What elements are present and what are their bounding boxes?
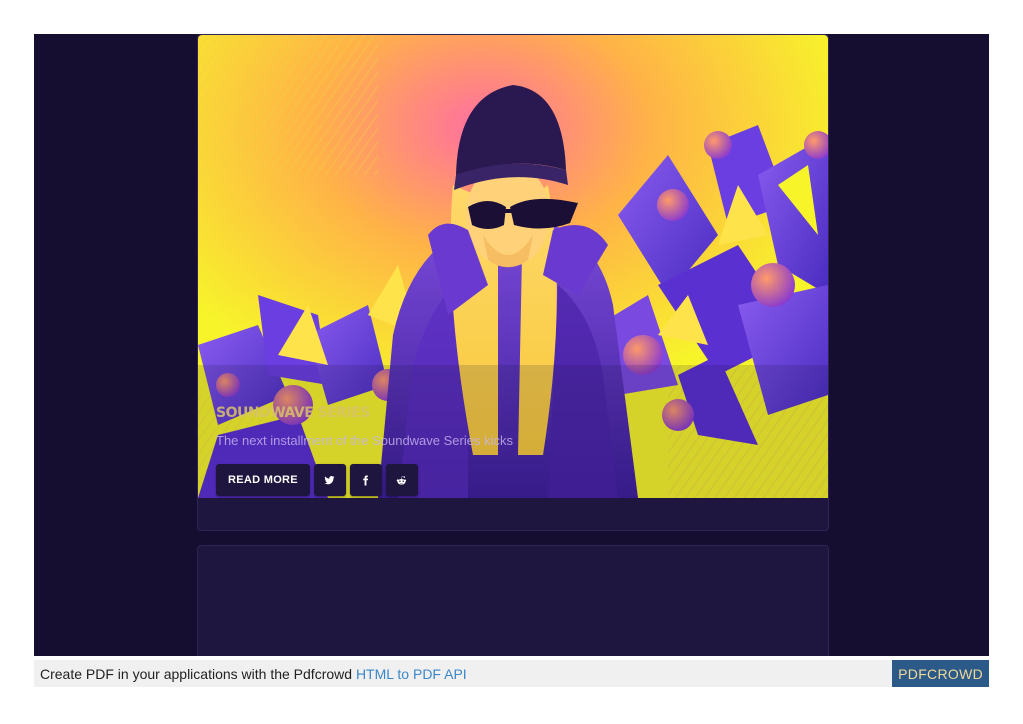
facebook-icon — [363, 474, 369, 486]
page: Soundwave Series The next installment of… — [0, 0, 1023, 724]
content-area: Soundwave Series The next installment of… — [34, 34, 989, 656]
reddit-icon — [397, 475, 407, 485]
post-actions: READ MORE — [216, 464, 776, 496]
footer-api-link[interactable]: HTML to PDF API — [356, 666, 467, 682]
post-overlay: Soundwave Series The next installment of… — [216, 405, 776, 496]
share-facebook-button[interactable] — [349, 464, 382, 496]
pdfcrowd-brand-link[interactable]: PDFCROWD — [892, 660, 989, 687]
read-more-button[interactable]: READ MORE — [216, 464, 310, 496]
twitter-icon — [324, 475, 335, 484]
post-card: Soundwave Series The next installment of… — [197, 34, 829, 531]
post-excerpt: The next installment of the Soundwave Se… — [216, 433, 513, 448]
post-card-next — [197, 545, 829, 656]
share-twitter-button[interactable] — [313, 464, 346, 496]
pdfcrowd-footer: Create PDF in your applications with the… — [34, 660, 989, 687]
footer-message: Create PDF in your applications with the… — [40, 665, 353, 682]
share-reddit-button[interactable] — [385, 464, 418, 496]
post-title[interactable]: Soundwave Series — [216, 405, 776, 421]
footer-text: Create PDF in your applications with the… — [34, 666, 467, 682]
